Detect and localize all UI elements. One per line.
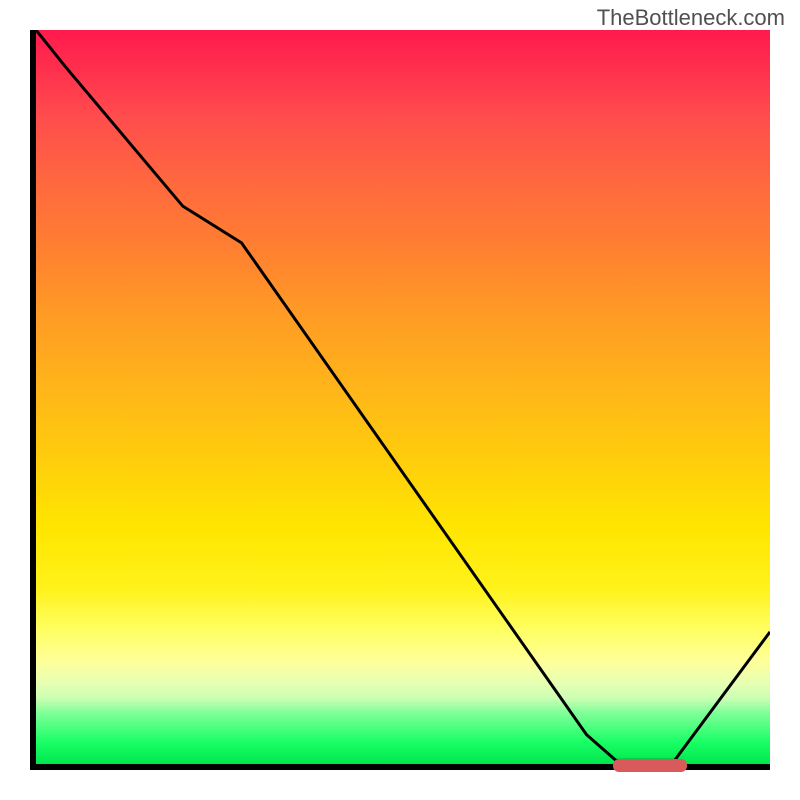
highlight-marker bbox=[613, 759, 687, 772]
watermark-text: TheBottleneck.com bbox=[597, 5, 785, 31]
curve-line bbox=[36, 30, 770, 764]
chart-container bbox=[30, 30, 770, 770]
